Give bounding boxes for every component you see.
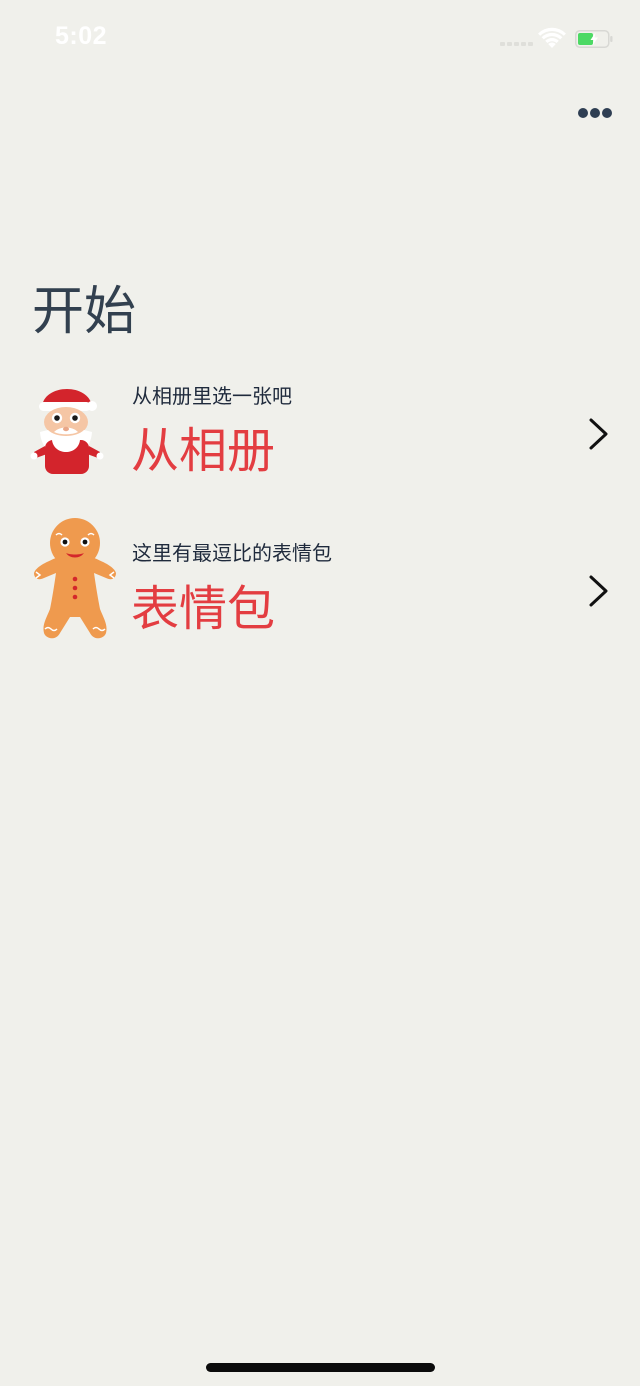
more-options-button[interactable] xyxy=(574,104,614,124)
santa-icon xyxy=(30,388,104,474)
stickers-title: 表情包 xyxy=(131,581,276,637)
status-bar: 5:02 xyxy=(0,0,640,80)
album-entry[interactable]: 从相册里选一张吧 从相册 xyxy=(0,370,640,500)
stickers-subtitle: 这里有最逗比的表情包 xyxy=(132,541,332,565)
chevron-right-icon xyxy=(589,418,608,450)
stickers-entry[interactable]: 这里有最逗比的表情包 表情包 xyxy=(0,515,640,650)
gingerbread-icon xyxy=(34,518,116,639)
album-title: 从相册 xyxy=(131,423,276,479)
page-title: 开始 xyxy=(32,282,137,342)
battery-icon xyxy=(575,30,613,48)
cellular-signal-icon xyxy=(500,42,534,46)
album-subtitle: 从相册里选一张吧 xyxy=(132,384,292,408)
more-icon xyxy=(578,108,588,118)
chevron-right-icon xyxy=(589,575,608,607)
wifi-icon xyxy=(538,27,566,48)
status-time: 5:02 xyxy=(55,22,108,50)
home-indicator[interactable] xyxy=(206,1363,435,1372)
